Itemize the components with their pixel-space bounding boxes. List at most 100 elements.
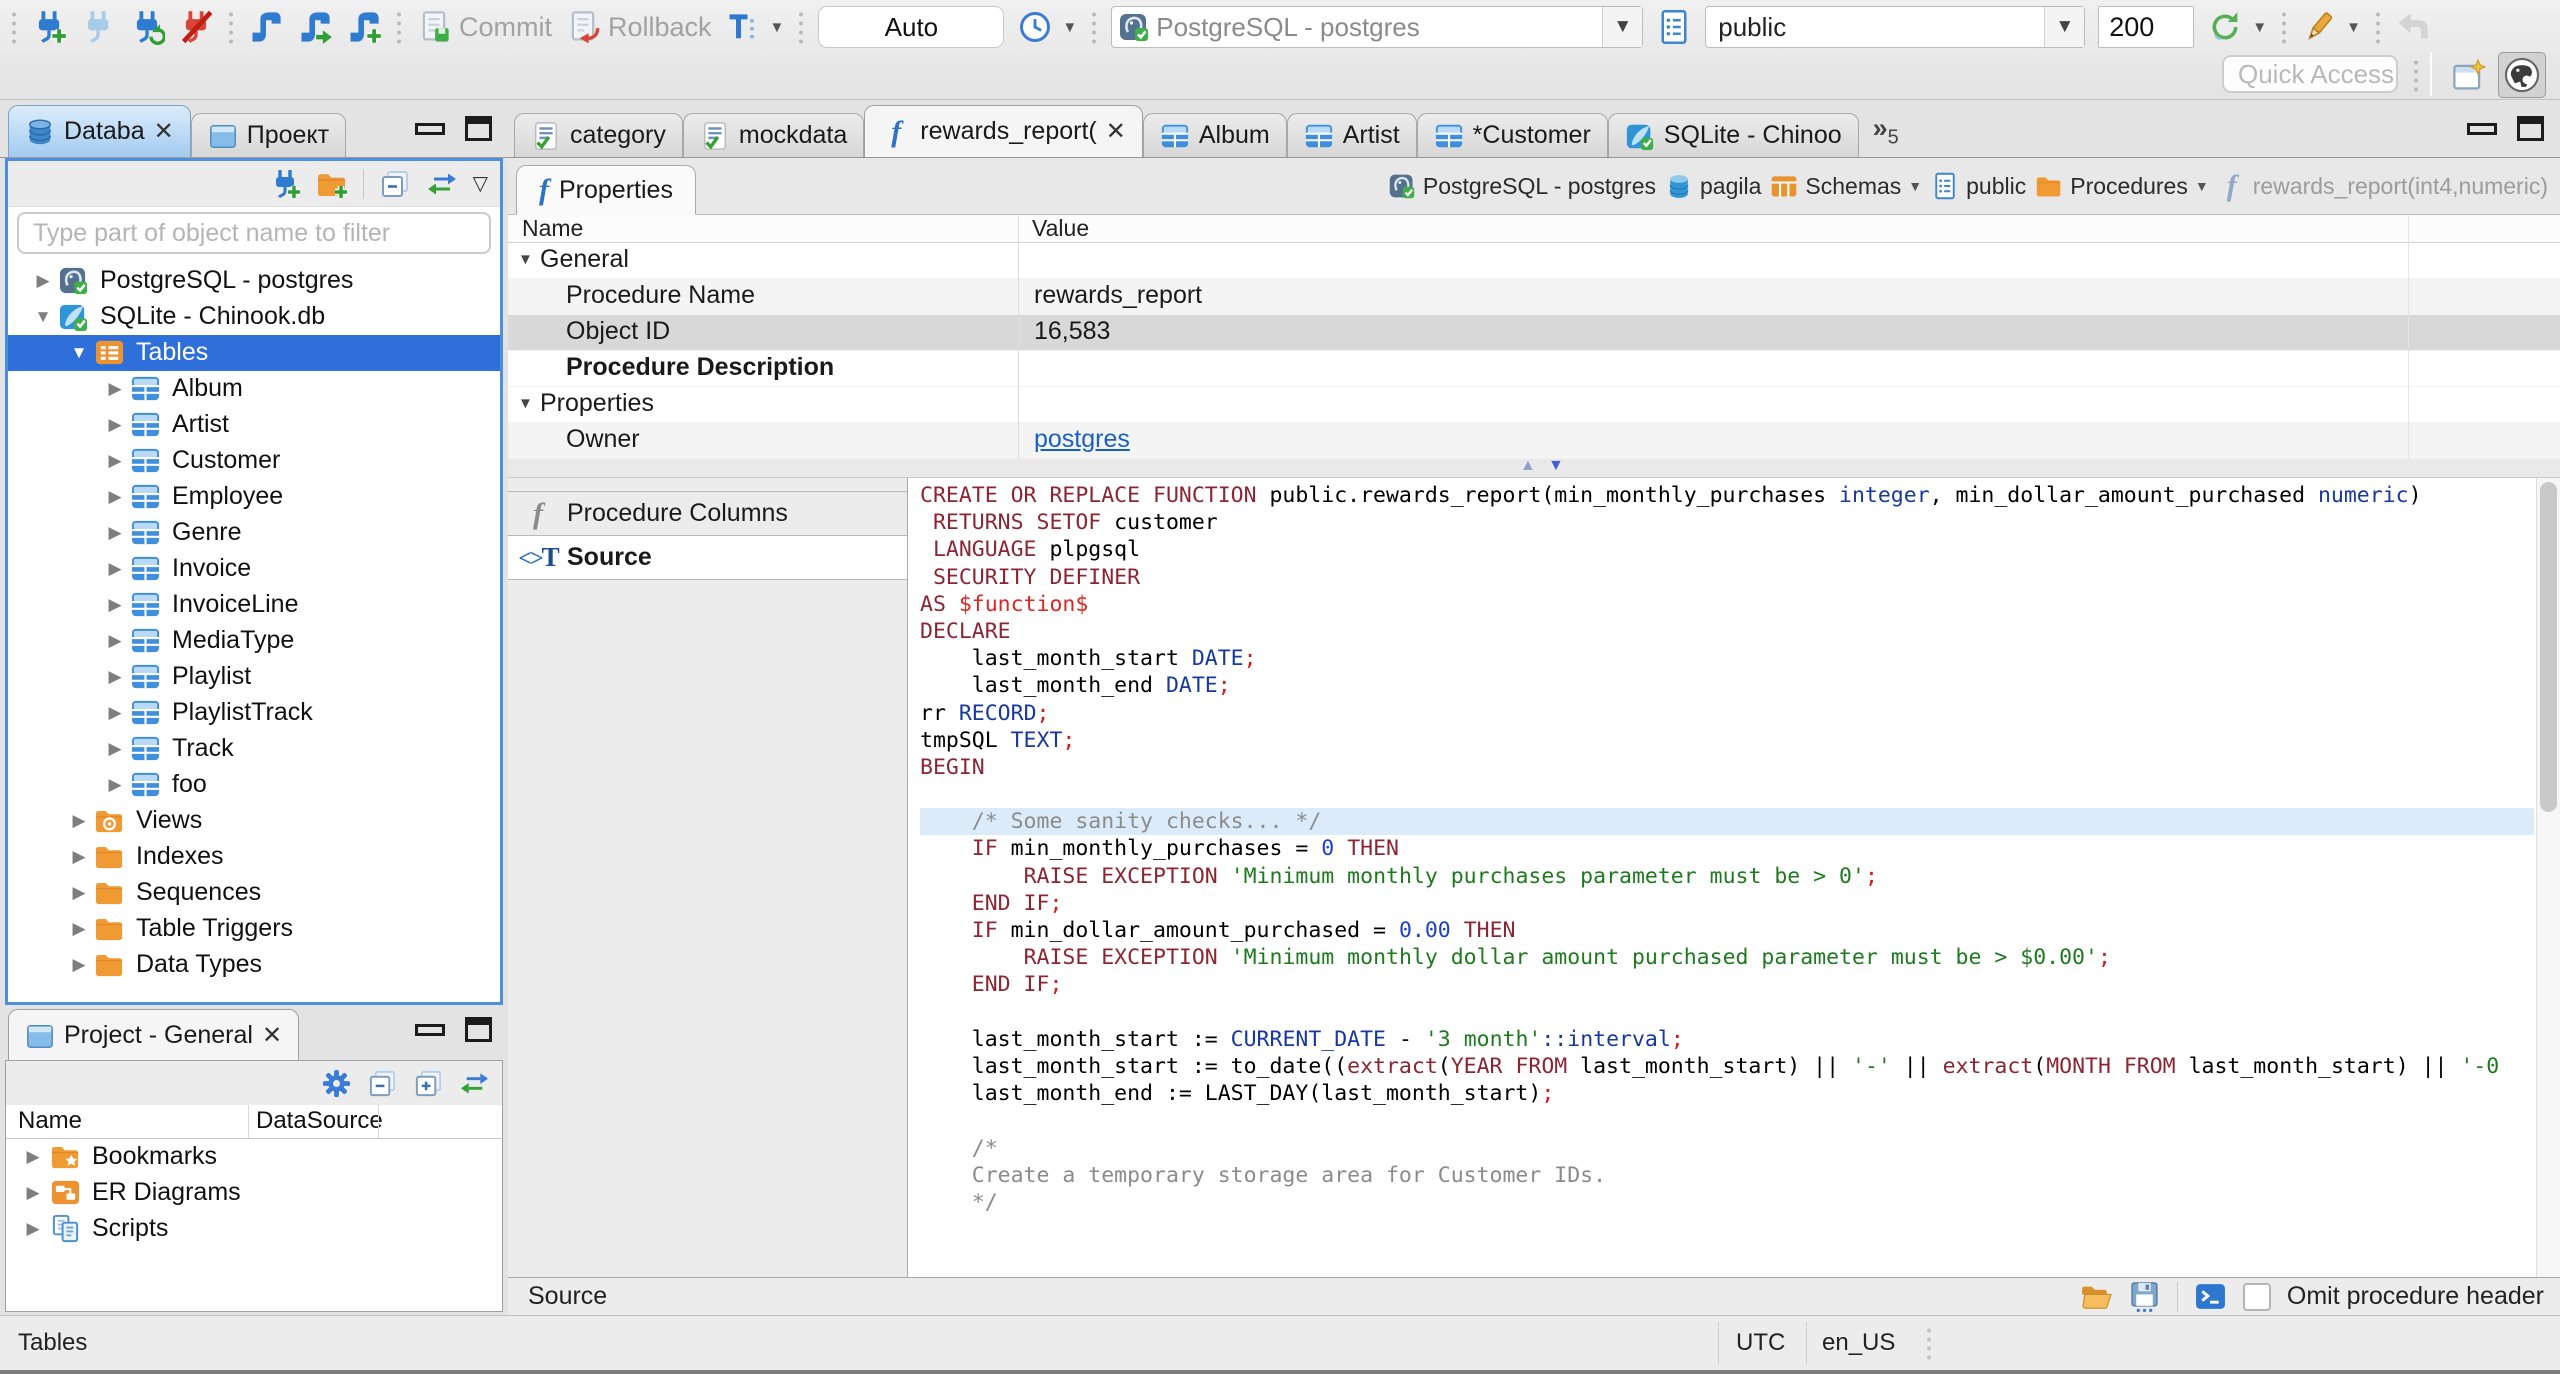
collapse-all-icon[interactable]: [367, 1068, 398, 1099]
tree-item-sequences[interactable]: ▶ Sequences: [8, 875, 500, 911]
new-connection-button[interactable]: [31, 9, 67, 45]
breadcrumb-item-rewards-report-int4-numeric-[interactable]: f rewards_report(int4,numeric): [2218, 171, 2548, 201]
toolbar-grip[interactable]: [2412, 58, 2420, 92]
property-row-properties[interactable]: ▼ Properties: [508, 387, 2560, 423]
tree-item-playlist[interactable]: ▶ Playlist: [8, 659, 500, 695]
chevron-collapsed-icon[interactable]: ▶: [20, 1146, 46, 1168]
editor-tab-artist[interactable]: Artist: [1286, 113, 1417, 157]
tab-properties[interactable]: f Properties: [516, 165, 696, 215]
splitter-down-icon[interactable]: ▼: [1548, 457, 1564, 475]
chevron-collapsed-icon[interactable]: ▶: [102, 594, 128, 616]
minimize-icon[interactable]: [415, 1023, 445, 1036]
toolbar-grip[interactable]: [797, 10, 806, 44]
transaction-mode-button[interactable]: ▼: [725, 9, 784, 45]
chevron-collapsed-icon[interactable]: ▶: [66, 810, 92, 832]
chevron-collapsed-icon[interactable]: ▶: [102, 450, 128, 472]
refresh-button[interactable]: ▼: [2207, 9, 2267, 45]
expand-all-icon[interactable]: [413, 1068, 444, 1099]
edit-mode-button[interactable]: ▼: [2301, 9, 2361, 45]
link-with-editor-icon[interactable]: [426, 168, 458, 200]
chevron-collapsed-icon[interactable]: ▶: [66, 882, 92, 904]
active-schema-select[interactable]: public ▼: [1705, 6, 2086, 48]
editor-tab-rewards-report-[interactable]: f rewards_report(✕: [864, 105, 1143, 157]
breadcrumb-item-procedures[interactable]: Procedures ▼: [2035, 172, 2209, 200]
toolbar-grip[interactable]: [2373, 10, 2382, 44]
breadcrumb-item-schemas[interactable]: Schemas ▼: [1770, 172, 1922, 200]
sql-console-button[interactable]: [297, 9, 333, 45]
chevron-expanded-icon[interactable]: ▼: [30, 306, 56, 328]
splitter-up-icon[interactable]: ▲: [1520, 457, 1536, 475]
editor-tab-sqlite-chinoo[interactable]: SQLite - Chinoo: [1607, 113, 1859, 157]
tree-item-sqlite-chinook-db[interactable]: ▼ SQLite - Chinook.db: [8, 299, 500, 335]
tree-item-employee[interactable]: ▶ Employee: [8, 479, 500, 515]
chevron-collapsed-icon[interactable]: ▶: [102, 414, 128, 436]
project-item-scripts[interactable]: ▶ Scripts: [6, 1211, 502, 1247]
tree-item-data-types[interactable]: ▶ Data Types: [8, 947, 500, 983]
chevron-collapsed-icon[interactable]: ▶: [102, 486, 128, 508]
chevron-expanded-icon[interactable]: ▼: [66, 342, 92, 364]
tab-overflow-indicator[interactable]: »5: [1873, 113, 1899, 157]
close-icon[interactable]: ✕: [262, 1023, 282, 1048]
sql-editor-button[interactable]: [248, 9, 284, 45]
chevron-collapsed-icon[interactable]: ▶: [102, 666, 128, 688]
open-perspective-icon[interactable]: [2450, 58, 2488, 94]
property-row-general[interactable]: ▼ General: [508, 243, 2560, 279]
editor-tab--customer[interactable]: *Customer: [1416, 113, 1608, 157]
tree-item-album[interactable]: ▶ Album: [8, 371, 500, 407]
subtab-source[interactable]: <>T Source: [508, 536, 907, 580]
breadcrumb-item-pagila[interactable]: pagila: [1665, 172, 1761, 200]
back-button[interactable]: [2395, 9, 2431, 45]
transaction-log-button[interactable]: ▼: [1017, 9, 1077, 45]
load-from-file-icon[interactable]: [2079, 1280, 2112, 1313]
column-header-value[interactable]: Value: [1032, 215, 1089, 242]
status-timezone[interactable]: UTC: [1736, 1329, 1785, 1357]
tree-item-views[interactable]: ▶ Views: [8, 803, 500, 839]
chevron-collapsed-icon[interactable]: ▶: [102, 630, 128, 652]
source-viewer[interactable]: CREATE OR REPLACE FUNCTION public.reward…: [908, 478, 2560, 1277]
project-item-er-diagrams[interactable]: ▶ ER Diagrams: [6, 1175, 502, 1211]
commit-mode-select[interactable]: Auto: [818, 6, 1005, 48]
sql-source-code[interactable]: CREATE OR REPLACE FUNCTION public.reward…: [920, 482, 2534, 1277]
chevron-collapsed-icon[interactable]: ▶: [20, 1218, 46, 1240]
property-row-procedure-name[interactable]: Procedure Name rewards_report: [508, 279, 2560, 315]
tree-item-artist[interactable]: ▶ Artist: [8, 407, 500, 443]
column-header-datasource[interactable]: DataSource: [256, 1107, 383, 1135]
commit-button[interactable]: Commit: [416, 9, 552, 45]
tab-project-general[interactable]: Project - General ✕: [8, 1009, 300, 1061]
toolbar-grip[interactable]: [1090, 10, 1099, 44]
chevron-collapsed-icon[interactable]: ▶: [102, 702, 128, 724]
open-console-icon[interactable]: [2194, 1280, 2227, 1313]
disconnect-button[interactable]: [178, 9, 214, 45]
chevron-collapsed-icon[interactable]: ▶: [66, 918, 92, 940]
scrollbar-track[interactable]: [2536, 478, 2560, 1277]
connect-button[interactable]: [80, 9, 116, 45]
maximize-icon[interactable]: [2517, 116, 2544, 141]
project-item-bookmarks[interactable]: ▶ Bookmarks: [6, 1139, 502, 1175]
editor-tab-mockdata[interactable]: mockdata: [682, 113, 865, 157]
tree-item-table-triggers[interactable]: ▶ Table Triggers: [8, 911, 500, 947]
save-to-file-icon[interactable]: [2128, 1280, 2161, 1313]
chevron-collapsed-icon[interactable]: ▶: [102, 558, 128, 580]
scrollbar-thumb[interactable]: [2540, 482, 2557, 812]
chevron-down-icon[interactable]: ▼: [1908, 178, 1922, 194]
quick-access-input[interactable]: [2222, 55, 2398, 93]
connection-dropdown-button[interactable]: ▼: [1602, 7, 1643, 47]
editor-tab-category[interactable]: category: [514, 113, 683, 157]
new-connection-icon[interactable]: [269, 168, 301, 200]
editor-tab-album[interactable]: Album: [1142, 113, 1287, 157]
chevron-collapsed-icon[interactable]: ▶: [66, 954, 92, 976]
gear-icon[interactable]: [321, 1068, 352, 1099]
tree-item-invoiceline[interactable]: ▶ InvoiceLine: [8, 587, 500, 623]
breadcrumb-item-postgresql-postgres[interactable]: PostgreSQL - postgres: [1388, 172, 1656, 200]
rollback-button[interactable]: Rollback: [565, 9, 712, 45]
dbeaver-perspective-button[interactable]: [2498, 52, 2546, 98]
link-with-editor-icon[interactable]: [459, 1068, 490, 1099]
toolbar-grip[interactable]: [10, 10, 18, 44]
schema-dropdown-button[interactable]: ▼: [2044, 7, 2085, 47]
chevron-collapsed-icon[interactable]: ▶: [66, 846, 92, 868]
status-locale[interactable]: en_US: [1822, 1329, 1895, 1357]
property-row-owner[interactable]: Owner postgres: [508, 423, 2560, 459]
schema-selector-button[interactable]: [1656, 9, 1692, 45]
tree-item-customer[interactable]: ▶ Customer: [8, 443, 500, 479]
toolbar-grip[interactable]: [395, 10, 403, 44]
